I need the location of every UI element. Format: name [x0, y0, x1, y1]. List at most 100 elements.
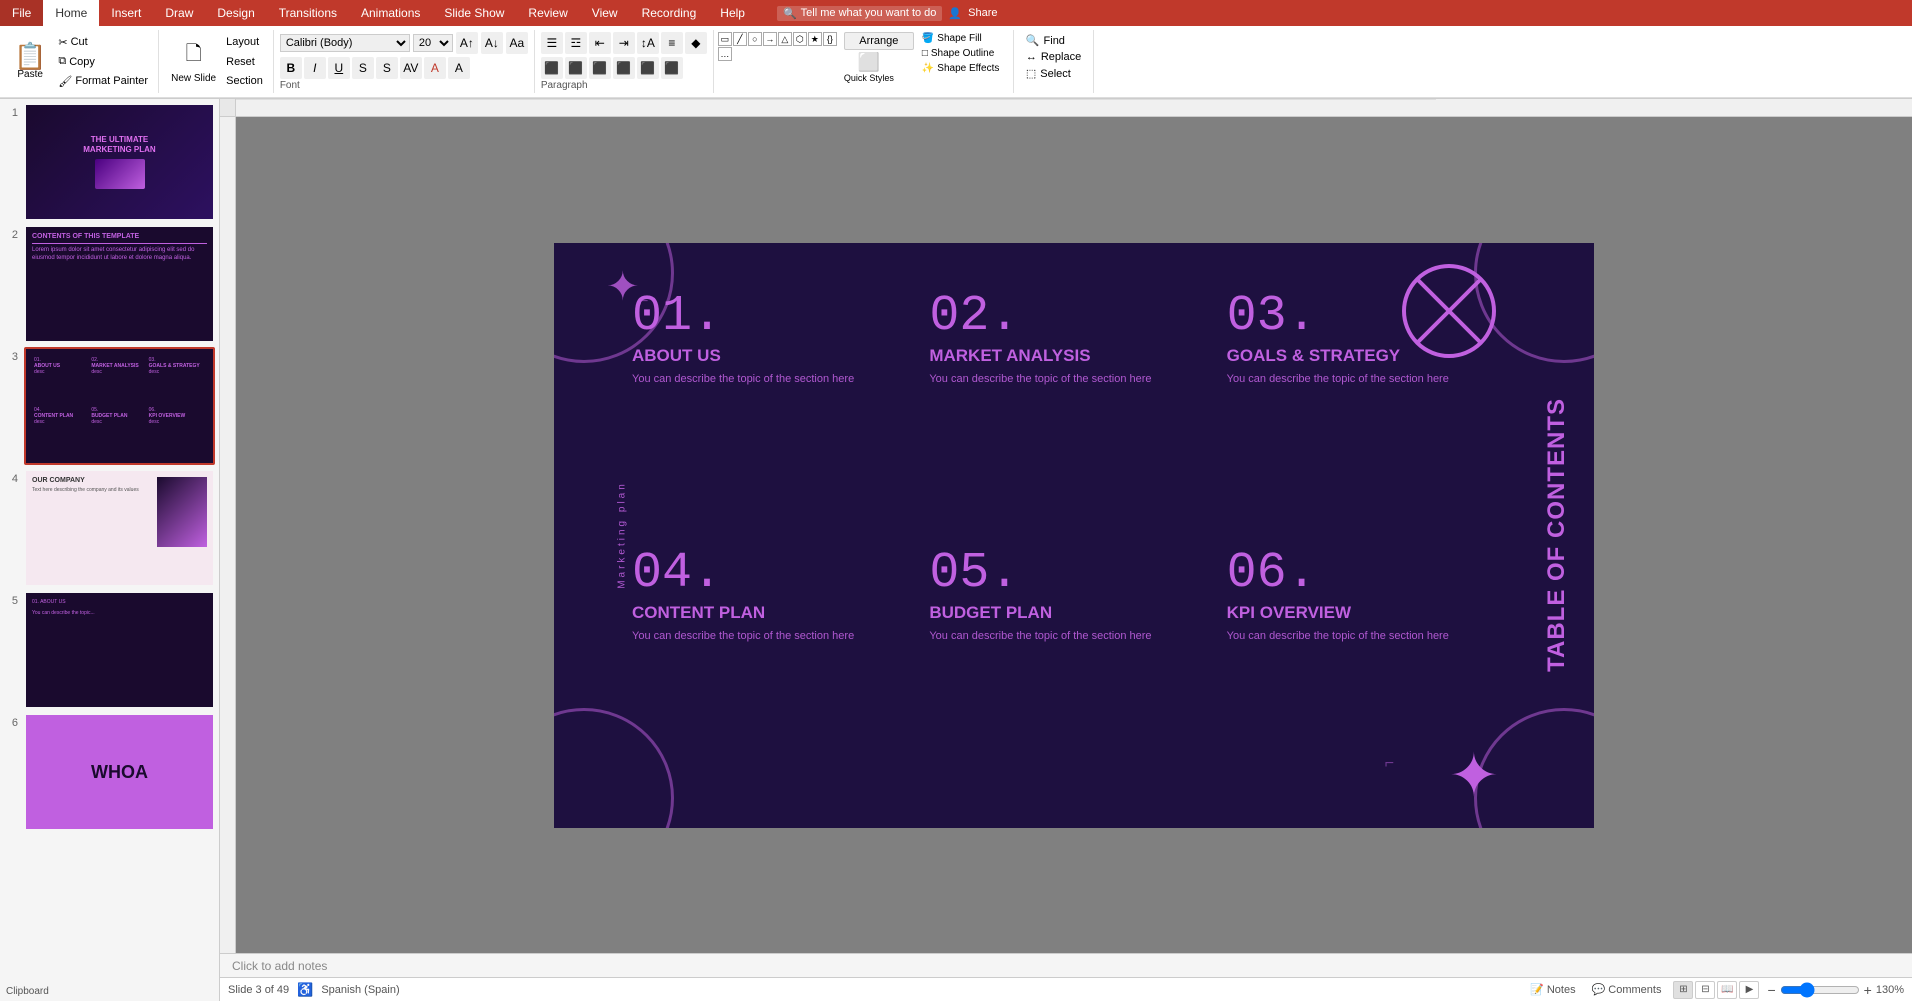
normal-view-button[interactable]: ⊞: [1673, 981, 1693, 999]
tab-insert[interactable]: Insert: [99, 0, 153, 26]
tab-transitions[interactable]: Transitions: [267, 0, 349, 26]
align-center-button[interactable]: ⬛: [565, 57, 587, 79]
presenter-view-button[interactable]: ▶: [1739, 981, 1759, 999]
shape-rect[interactable]: ▭: [718, 32, 732, 46]
font-size-select[interactable]: 20: [413, 34, 453, 52]
format-painter-button[interactable]: 🖌 Format Painter: [54, 74, 152, 89]
tab-help[interactable]: Help: [708, 0, 757, 26]
font-color-button[interactable]: A: [424, 57, 446, 79]
shape-outline-button[interactable]: □ Shape Outline: [918, 47, 1004, 60]
slide-canvas[interactable]: ✦ ✦ ⌐ ⌐ Marketing p: [554, 243, 1594, 828]
format-painter-label: Format Painter: [75, 75, 148, 87]
tab-view[interactable]: View: [580, 0, 630, 26]
thumb-body-2: Lorem ipsum dolor sit amet consectetur a…: [32, 247, 207, 263]
slide-img-1[interactable]: THE ULTIMATEMARKETING PLAN: [24, 103, 215, 221]
zoom-slider[interactable]: [1780, 982, 1860, 998]
arrange-button[interactable]: Arrange: [844, 32, 914, 50]
shape-hex[interactable]: ⬡: [793, 32, 807, 46]
slide-thumb-4[interactable]: 4 OUR COMPANY Text here describing the c…: [4, 469, 215, 587]
reset-button[interactable]: Reset: [222, 55, 267, 69]
zoom-in-button[interactable]: +: [1864, 982, 1872, 998]
zoom-out-button[interactable]: −: [1767, 982, 1775, 998]
replace-button[interactable]: ↔ Replace: [1022, 49, 1085, 65]
shape-more[interactable]: …: [718, 47, 732, 61]
slide-thumb-1[interactable]: 1 THE ULTIMATEMARKETING PLAN: [4, 103, 215, 221]
slide-thumb-2[interactable]: 2 CONTENTS OF THIS TEMPLATE Lorem ipsum …: [4, 225, 215, 343]
indent-dec-button[interactable]: ⇤: [589, 32, 611, 54]
slide-img-2[interactable]: CONTENTS OF THIS TEMPLATE Lorem ipsum do…: [24, 225, 215, 343]
slide-thumb-5[interactable]: 5 01. ABOUT US You can describe the topi…: [4, 591, 215, 709]
slide-img-6[interactable]: WHOA: [24, 713, 215, 831]
item-6[interactable]: 06. KPI OVERVIEW You can describe the to…: [1217, 535, 1514, 793]
slide-img-3[interactable]: 01.ABOUT USdesc 02.MARKET ANALYSISdesc 0…: [24, 347, 215, 465]
slide-thumb-6[interactable]: 6 WHOA: [4, 713, 215, 831]
new-slide-button[interactable]: 🗋 New Slide: [165, 32, 222, 91]
tab-animations[interactable]: Animations: [349, 0, 432, 26]
text-direction-button[interactable]: ↕A: [637, 32, 659, 54]
quick-styles-button[interactable]: ⬜ Quick Styles: [844, 52, 894, 83]
item-5[interactable]: 05. BUDGET PLAN You can describe the top…: [919, 535, 1216, 793]
editor-area: ✦ ✦ ⌐ ⌐ Marketing p: [220, 99, 1912, 1001]
reading-view-button[interactable]: 📖: [1717, 981, 1737, 999]
tab-file[interactable]: File: [0, 0, 43, 26]
shape-arrow[interactable]: →: [763, 32, 777, 46]
notes-bar[interactable]: Click to add notes: [220, 953, 1912, 977]
shape-star[interactable]: ★: [808, 32, 822, 46]
copy-button[interactable]: ⧉ Copy: [54, 54, 152, 69]
convert-smartart-button[interactable]: ◆: [685, 32, 707, 54]
ruler-svg: [236, 99, 1912, 116]
item-3[interactable]: 03. GOALS & STRATEGY You can describe th…: [1217, 278, 1514, 536]
item-1[interactable]: 01. ABOUT US You can describe the topic …: [622, 278, 919, 536]
shape-oval[interactable]: ○: [748, 32, 762, 46]
font-increase-btn[interactable]: A↑: [456, 32, 478, 54]
cut-button[interactable]: ✂ Cut: [54, 35, 152, 50]
char-spacing-button[interactable]: AV: [400, 57, 422, 79]
shape-effects-button[interactable]: ✨ Shape Effects: [918, 62, 1004, 75]
align-text-button[interactable]: ≡: [661, 32, 683, 54]
slide-img-4[interactable]: OUR COMPANY Text here describing the com…: [24, 469, 215, 587]
tab-review[interactable]: Review: [516, 0, 579, 26]
select-button[interactable]: ⬚ Select: [1022, 65, 1085, 82]
tab-slideshow[interactable]: Slide Show: [432, 0, 516, 26]
indent-inc-button[interactable]: ⇥: [613, 32, 635, 54]
slide-sorter-button[interactable]: ⊟: [1695, 981, 1715, 999]
list-bullets-button[interactable]: ☰: [541, 32, 563, 54]
align-right-button[interactable]: ⬛: [589, 57, 611, 79]
slide-thumb-3[interactable]: 3 01.ABOUT USdesc 02.MARKET ANALYSISdesc…: [4, 347, 215, 465]
font-clear-btn[interactable]: Aa: [506, 32, 528, 54]
tab-design[interactable]: Design: [205, 0, 266, 26]
item-2[interactable]: 02. MARKET ANALYSIS You can describe the…: [919, 278, 1216, 536]
tab-draw[interactable]: Draw: [153, 0, 205, 26]
shape-tri[interactable]: △: [778, 32, 792, 46]
tab-recording[interactable]: Recording: [630, 0, 709, 26]
font-decrease-btn[interactable]: A↓: [481, 32, 503, 54]
line-spacing-button[interactable]: ⬛: [661, 57, 683, 79]
find-button[interactable]: 🔍 Find: [1022, 32, 1085, 49]
item-4[interactable]: 04. CONTENT PLAN You can describe the to…: [622, 535, 919, 793]
slide-img-5[interactable]: 01. ABOUT US You can describe the topic.…: [24, 591, 215, 709]
comments-button[interactable]: 💬 Comments: [1588, 983, 1666, 996]
share-button[interactable]: Share: [968, 7, 997, 19]
underline-button[interactable]: U: [328, 57, 350, 79]
tab-home[interactable]: Home: [43, 0, 99, 26]
cols-button[interactable]: ⬛: [637, 57, 659, 79]
italic-button[interactable]: I: [304, 57, 326, 79]
shape-curly[interactable]: {}: [823, 32, 837, 46]
notes-button[interactable]: 📝 Notes: [1526, 983, 1579, 996]
shadow-button[interactable]: S: [376, 57, 398, 79]
section-button[interactable]: Section: [222, 74, 267, 88]
font-family-select[interactable]: Calibri (Body): [280, 34, 410, 52]
layout-button[interactable]: Layout: [222, 35, 267, 49]
strikethrough-button[interactable]: S: [352, 57, 374, 79]
search-box[interactable]: 🔍 Tell me what you want to do: [777, 6, 942, 21]
align-left-button[interactable]: ⬛: [541, 57, 563, 79]
canvas-area[interactable]: ✦ ✦ ⌐ ⌐ Marketing p: [236, 117, 1912, 953]
justify-button[interactable]: ⬛: [613, 57, 635, 79]
list-numbers-button[interactable]: ☲: [565, 32, 587, 54]
shape-line[interactable]: ╱: [733, 32, 747, 46]
ruler-vertical: [220, 117, 236, 953]
highlight-button[interactable]: A: [448, 57, 470, 79]
paste-button[interactable]: 📋 Paste: [6, 32, 54, 91]
bold-button[interactable]: B: [280, 57, 302, 79]
shape-fill-button[interactable]: 🪣 Shape Fill: [918, 32, 1004, 45]
